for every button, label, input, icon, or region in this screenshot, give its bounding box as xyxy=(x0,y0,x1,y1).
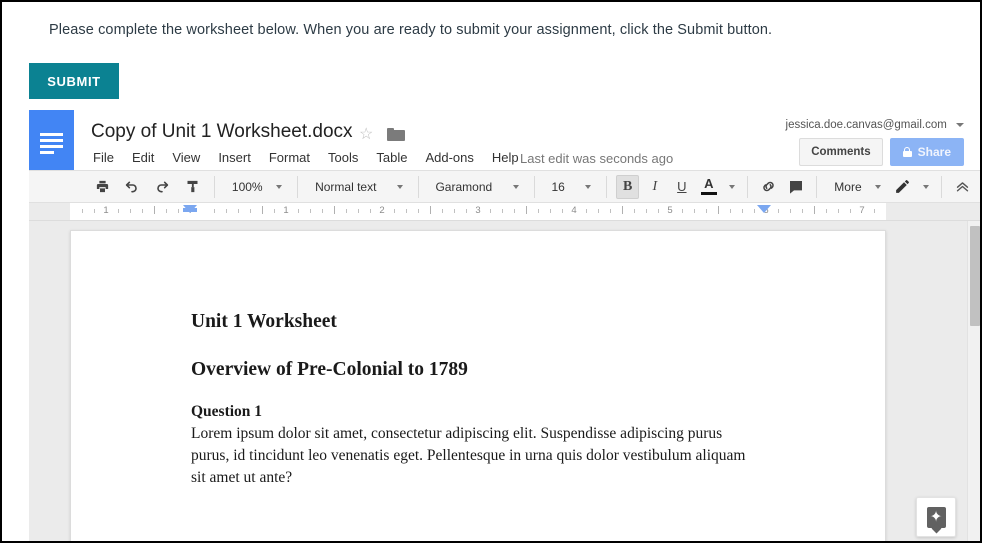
toolbar-divider xyxy=(417,175,419,198)
bold-button[interactable]: B xyxy=(615,174,640,199)
document-canvas: Unit 1 Worksheet Overview of Pre-Colonia… xyxy=(29,221,980,541)
chevron-down-icon xyxy=(585,184,592,189)
document-heading-1: Unit 1 Worksheet xyxy=(191,311,337,332)
question-label: Question 1 xyxy=(191,403,263,420)
ruler-number: 5 xyxy=(667,205,673,216)
toolbar-group-file xyxy=(87,171,207,202)
chevron-down-icon xyxy=(923,184,930,189)
pencil-icon[interactable] xyxy=(891,175,914,199)
undo-icon[interactable] xyxy=(119,175,145,199)
chevron-down-icon xyxy=(396,184,403,189)
explore-button[interactable]: ✦ xyxy=(916,497,956,537)
vertical-scrollbar[interactable] xyxy=(967,221,980,541)
chevron-down-icon xyxy=(512,184,519,189)
text-color-label: A xyxy=(704,176,714,191)
toolbar-divider xyxy=(297,175,299,198)
font-family-select[interactable]: Garamond xyxy=(425,175,526,199)
docs-header: Copy of Unit 1 Worksheet.docx ☆ File Edi… xyxy=(29,110,980,170)
share-label: Share xyxy=(917,145,951,159)
assignment-instructions: Please complete the worksheet below. Whe… xyxy=(49,22,773,38)
ruler-number: 4 xyxy=(571,205,577,216)
zoom-value: 100% xyxy=(231,179,263,194)
chevron-down-icon xyxy=(956,122,964,127)
paragraph-style-select[interactable]: Normal text xyxy=(305,175,411,199)
menu-item-edit[interactable]: Edit xyxy=(123,150,163,165)
folder-icon[interactable] xyxy=(387,128,405,141)
chevron-down-icon xyxy=(875,184,882,189)
underline-button[interactable]: U xyxy=(670,175,693,199)
star-glyph: ✦ xyxy=(929,508,943,526)
text-color-dropdown[interactable] xyxy=(724,175,738,199)
font-family-value: Garamond xyxy=(435,179,493,194)
add-comment-icon[interactable] xyxy=(784,175,807,199)
explore-star-icon: ✦ xyxy=(926,506,946,528)
ruler-number: 2 xyxy=(379,205,385,216)
ruler-number: 1 xyxy=(103,205,109,216)
menu-item-addons[interactable]: Add-ons xyxy=(416,150,482,165)
ruler-number: 1 xyxy=(283,205,289,216)
menu-item-tools[interactable]: Tools xyxy=(319,150,367,165)
assignment-page: Please complete the worksheet below. Whe… xyxy=(0,0,982,543)
more-label: More xyxy=(834,179,862,194)
chevron-down-icon xyxy=(729,184,736,189)
menu-item-file[interactable]: File xyxy=(89,150,123,165)
toolbar-divider xyxy=(941,175,942,198)
document-title[interactable]: Copy of Unit 1 Worksheet.docx xyxy=(91,121,353,143)
submit-button[interactable]: SUBMIT xyxy=(29,63,119,99)
redo-icon[interactable] xyxy=(149,175,175,199)
italic-button[interactable]: I xyxy=(643,175,666,199)
printer-icon[interactable] xyxy=(89,175,115,199)
account-email: jessica.doe.canvas@gmail.com xyxy=(785,119,947,131)
toolbar-divider xyxy=(747,175,749,198)
question-text: Lorem ipsum dolor sit amet, consectetur … xyxy=(191,425,746,486)
link-icon[interactable] xyxy=(757,175,780,199)
header-buttons: Comments Share xyxy=(799,138,964,166)
document-page[interactable]: Unit 1 Worksheet Overview of Pre-Colonia… xyxy=(70,230,886,541)
toolbar-divider xyxy=(533,175,535,198)
menu-item-insert[interactable]: Insert xyxy=(209,150,260,165)
editing-mode-dropdown[interactable] xyxy=(918,175,932,199)
ruler-number: 3 xyxy=(475,205,481,216)
font-size-value: 16 xyxy=(551,179,565,194)
toolbar-divider xyxy=(816,175,818,198)
menu-bar: File Edit View Insert Format Tools Table… xyxy=(89,150,528,165)
comments-button[interactable]: Comments xyxy=(799,138,883,166)
paint-format-icon[interactable] xyxy=(179,175,205,199)
font-size-select[interactable]: 16 xyxy=(541,175,599,199)
zoom-select[interactable]: 100% xyxy=(222,175,290,199)
document-body[interactable]: Unit 1 Worksheet Overview of Pre-Colonia… xyxy=(191,311,785,489)
paragraph-style-value: Normal text xyxy=(315,179,377,194)
docs-toolbar: 100% Normal text Garamond 16 B I U A Mor… xyxy=(29,170,980,203)
text-color-swatch xyxy=(700,192,717,195)
menu-item-table[interactable]: Table xyxy=(367,150,416,165)
account-menu[interactable]: jessica.doe.canvas@gmail.com xyxy=(786,119,964,131)
chevron-down-icon xyxy=(276,184,283,189)
right-indent-marker[interactable] xyxy=(757,205,771,213)
last-edit-status[interactable]: Last edit was seconds ago xyxy=(520,151,673,166)
google-docs-icon[interactable] xyxy=(29,110,74,170)
menu-item-view[interactable]: View xyxy=(163,150,209,165)
document-heading-2: Overview of Pre-Colonial to 1789 xyxy=(191,359,468,380)
ruler[interactable]: 1 1 2 3 4 5 6 7 xyxy=(29,203,980,221)
left-indent-marker[interactable] xyxy=(183,205,197,213)
toolbar-divider xyxy=(214,175,215,198)
star-icon[interactable]: ☆ xyxy=(359,127,373,143)
toolbar-divider xyxy=(606,175,607,198)
scrollbar-thumb[interactable] xyxy=(970,226,980,326)
lock-icon xyxy=(902,147,912,157)
google-docs-embed: Copy of Unit 1 Worksheet.docx ☆ File Edi… xyxy=(29,110,980,541)
text-color-button[interactable]: A xyxy=(697,175,720,199)
chevron-up-icon[interactable] xyxy=(951,175,974,199)
share-button[interactable]: Share xyxy=(889,138,964,166)
menu-item-format[interactable]: Format xyxy=(260,150,319,165)
more-options-button[interactable]: More xyxy=(824,175,889,199)
ruler-number: 7 xyxy=(859,205,865,216)
